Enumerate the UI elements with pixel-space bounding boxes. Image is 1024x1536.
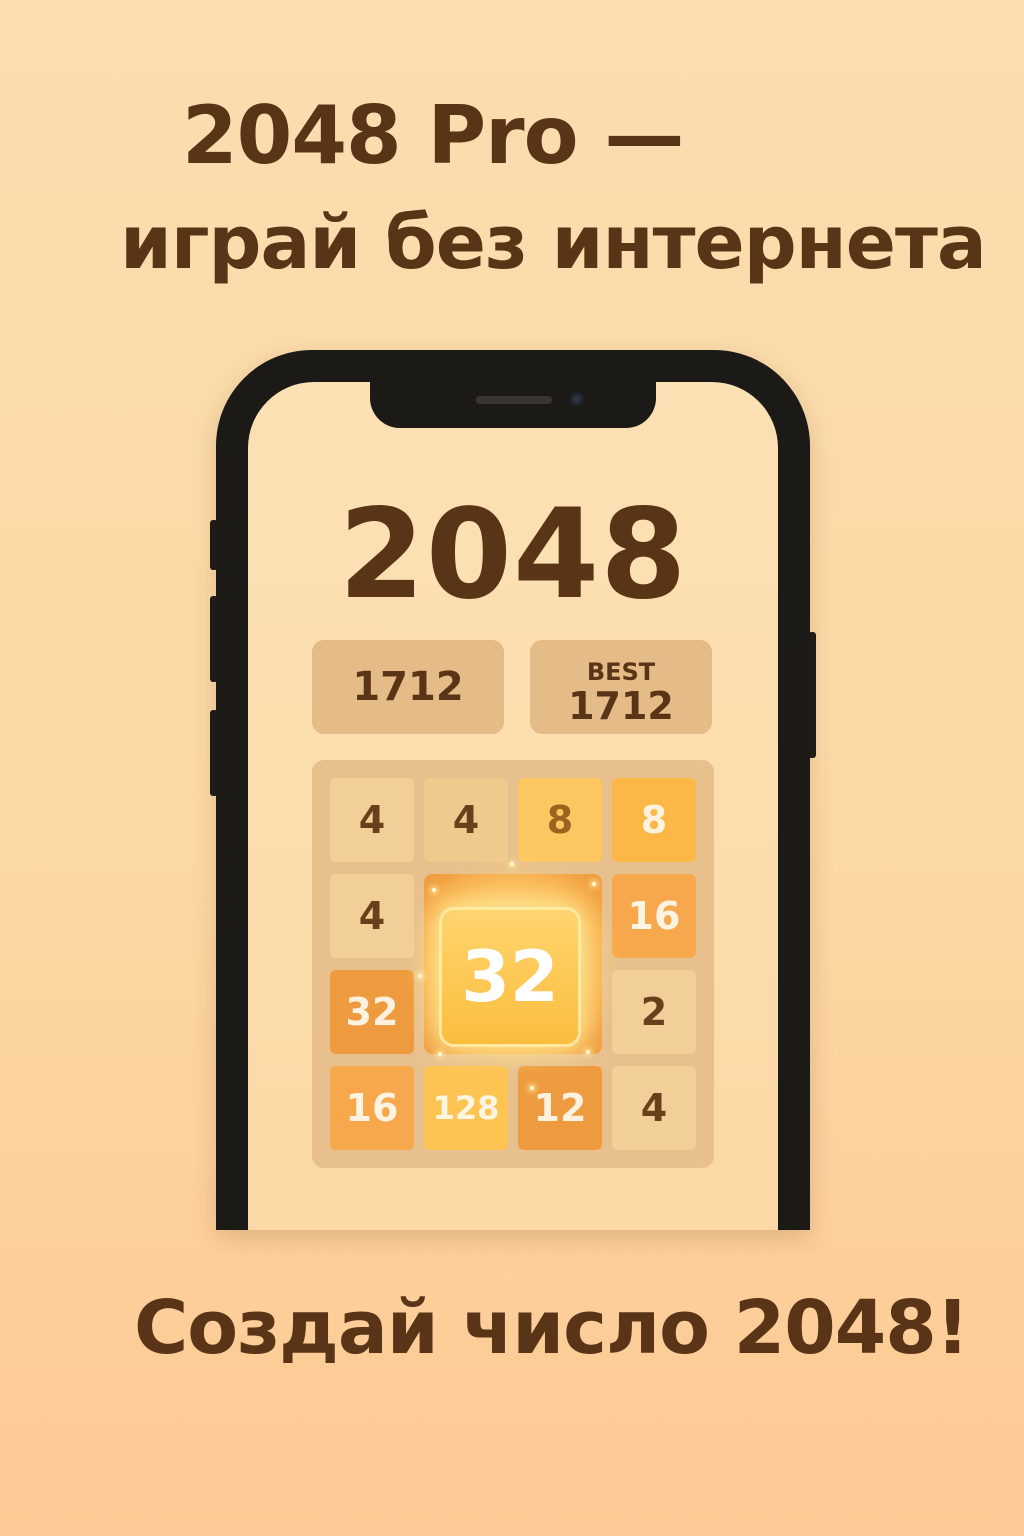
phone-screen: 2048 1712 BEST 1712 4 4 8 8 4 16 32 2 16… xyxy=(248,382,778,1230)
sparkle-icon xyxy=(592,882,596,886)
sparkle-icon xyxy=(510,862,514,866)
tile: 32 xyxy=(330,970,414,1054)
sparkle-icon xyxy=(586,1050,590,1054)
game-board[interactable]: 4 4 8 8 4 16 32 2 16 128 12 4 32 xyxy=(312,760,714,1168)
promo-footer: Создай число 2048! xyxy=(134,1285,969,1371)
speaker-icon xyxy=(476,396,552,404)
tile: 4 xyxy=(612,1066,696,1150)
score-box: 1712 xyxy=(312,640,504,734)
tile: 8 xyxy=(518,778,602,862)
best-score-value: 1712 xyxy=(568,684,674,728)
tile: 8 xyxy=(612,778,696,862)
tile: 4 xyxy=(330,874,414,958)
sparkle-icon xyxy=(432,888,436,892)
sparkle-icon xyxy=(530,1086,534,1090)
highlight-tile: 32 xyxy=(442,910,578,1044)
sparkle-icon xyxy=(438,1052,442,1056)
camera-icon xyxy=(570,392,584,406)
tile: 128 xyxy=(424,1066,508,1150)
score-value: 1712 xyxy=(352,664,464,710)
phone-notch xyxy=(370,382,656,428)
best-score-label: BEST xyxy=(586,658,656,686)
best-score-box: BEST 1712 xyxy=(530,640,712,734)
game-title: 2048 xyxy=(338,483,688,627)
tile: 4 xyxy=(330,778,414,862)
tile: 16 xyxy=(612,874,696,958)
tile: 2 xyxy=(612,970,696,1054)
sparkle-icon xyxy=(418,974,422,978)
tile: 12 xyxy=(518,1066,602,1150)
tile: 16 xyxy=(330,1066,414,1150)
phone-frame: 2048 1712 BEST 1712 4 4 8 8 4 16 32 2 16… xyxy=(216,350,810,1230)
promo-headline-line2: играй без интернета xyxy=(120,200,987,286)
tile: 4 xyxy=(424,778,508,862)
promo-headline-line1: 2048 Pro — xyxy=(182,89,684,182)
